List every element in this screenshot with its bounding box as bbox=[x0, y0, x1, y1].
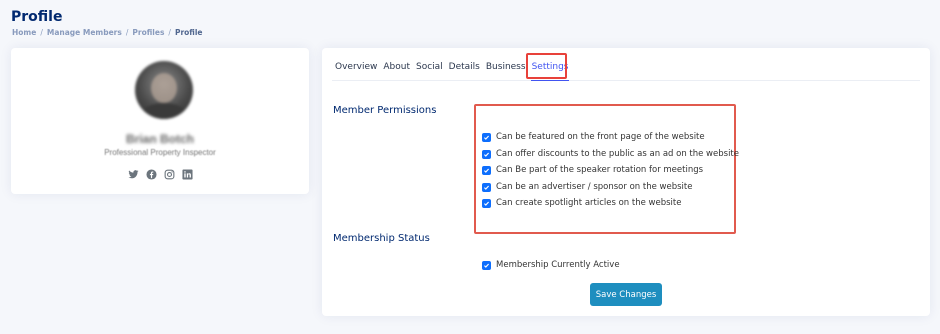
linkedin-icon[interactable] bbox=[181, 169, 193, 180]
tab-details[interactable]: Details bbox=[446, 54, 483, 80]
twitter-icon[interactable] bbox=[127, 169, 139, 180]
permission-label: Can offer discounts to the public as an … bbox=[496, 149, 739, 159]
permission-advertiser-sponsor[interactable]: Can be an advertiser / sponsor on the we… bbox=[482, 182, 692, 192]
permission-spotlight-articles[interactable]: Can create spotlight articles on the web… bbox=[482, 198, 681, 208]
checkbox-checked[interactable] bbox=[482, 149, 491, 159]
breadcrumb-manage-members[interactable]: Manage Members bbox=[47, 28, 122, 37]
breadcrumb-separator: / bbox=[40, 28, 43, 37]
breadcrumb: Home / Manage Members / Profiles / Profi… bbox=[12, 28, 203, 37]
permission-label: Can create spotlight articles on the web… bbox=[496, 198, 682, 208]
avatar bbox=[135, 61, 193, 119]
breadcrumb-profiles[interactable]: Profiles bbox=[132, 28, 164, 37]
permission-label: Can be featured on the front page of the… bbox=[496, 132, 705, 142]
tab-business[interactable]: Business bbox=[483, 54, 529, 80]
membership-status-title: Membership Status bbox=[333, 233, 430, 244]
checkbox-checked[interactable] bbox=[482, 260, 491, 270]
breadcrumb-home[interactable]: Home bbox=[12, 28, 36, 37]
instagram-icon[interactable] bbox=[164, 169, 175, 180]
breadcrumb-current: Profile bbox=[174, 28, 203, 37]
membership-active-label: Membership Currently Active bbox=[496, 260, 620, 270]
member-permissions-title: Member Permissions bbox=[333, 105, 437, 116]
page-title: Profile bbox=[11, 9, 63, 25]
permission-offer-discounts[interactable]: Can offer discounts to the public as an … bbox=[482, 149, 739, 159]
social-links bbox=[11, 169, 309, 180]
permission-speaker-rotation[interactable]: Can Be part of the speaker rotation for … bbox=[482, 165, 703, 175]
profile-name: Brian Botch bbox=[125, 132, 194, 146]
facebook-icon[interactable] bbox=[145, 169, 157, 180]
save-changes-button[interactable]: Save Changes bbox=[590, 283, 662, 306]
breadcrumb-separator: / bbox=[125, 28, 129, 37]
permission-label: Can Be part of the speaker rotation for … bbox=[496, 165, 704, 175]
tab-overview[interactable]: Overview bbox=[332, 54, 380, 80]
profile-role: Professional Property Inspector bbox=[104, 148, 216, 157]
tab-about[interactable]: About bbox=[380, 54, 413, 80]
permission-label: Can be an advertiser / sponsor on the we… bbox=[496, 182, 693, 192]
profile-card: Brian Botch Professional Property Inspec… bbox=[11, 48, 309, 194]
profile-tabs: Overview About Social Details Business S… bbox=[332, 54, 920, 81]
permission-featured-front-page[interactable]: Can be featured on the front page of the… bbox=[482, 132, 705, 142]
checkbox-checked[interactable] bbox=[482, 182, 491, 192]
tab-settings[interactable]: Settings bbox=[529, 54, 572, 81]
checkbox-checked[interactable] bbox=[482, 165, 491, 175]
membership-active-checkbox-row[interactable]: Membership Currently Active bbox=[482, 260, 620, 270]
checkbox-checked[interactable] bbox=[482, 132, 491, 142]
checkbox-checked[interactable] bbox=[482, 198, 491, 208]
settings-card: Overview About Social Details Business S… bbox=[322, 48, 930, 316]
breadcrumb-separator: / bbox=[168, 28, 171, 37]
tab-social[interactable]: Social bbox=[413, 54, 446, 80]
